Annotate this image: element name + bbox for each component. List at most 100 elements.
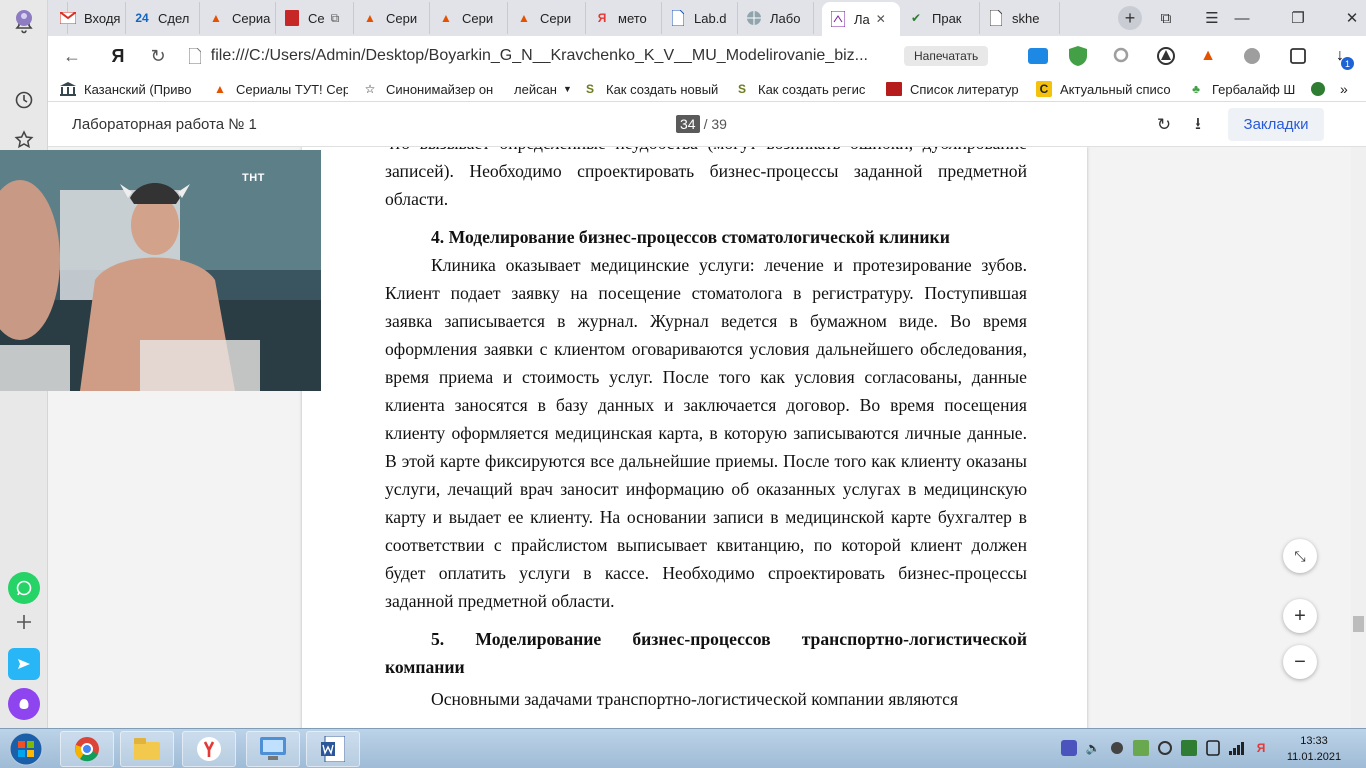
rotate-icon[interactable]: ↻ — [1151, 112, 1177, 138]
url-field[interactable]: file:///C:/Users/Admin/Desktop/Boyarkin_… — [188, 41, 868, 71]
taskbar-control-panel[interactable] — [246, 731, 300, 767]
tab-gmail[interactable]: Входя — [52, 2, 126, 34]
clipboard-extension-icon[interactable] — [1286, 44, 1310, 68]
scrollbar-thumb[interactable] — [1353, 616, 1364, 632]
bookmark-kazan[interactable]: Казанский (Приво — [60, 79, 200, 99]
add-panel-icon[interactable] — [8, 606, 40, 638]
tab-yandex-search[interactable]: Я мето — [586, 2, 662, 34]
close-tab-icon[interactable]: ✕ — [876, 12, 886, 26]
tab-serials-4[interactable]: ▲ Сери — [508, 2, 586, 34]
globe-icon — [746, 10, 762, 26]
tnt-channel-logo: ТНТ — [242, 172, 265, 184]
fox-icon: ▲ — [210, 11, 222, 25]
paragraph-section-5: Основными задачами транспортно-логистиче… — [431, 689, 959, 709]
system-clock[interactable]: 13:33 11.01.2021 — [1282, 733, 1346, 765]
downloads-icon[interactable]: ↓ 1 — [1328, 44, 1354, 70]
plus-icon: + — [1124, 7, 1136, 28]
bookmark-folder-leysan[interactable]: лейсан ▼ — [514, 79, 578, 99]
restore-icon[interactable]: ❐ — [1284, 4, 1312, 32]
bookmark-green[interactable] — [1310, 79, 1330, 99]
back-button[interactable]: ← — [58, 42, 86, 70]
pdf-toolbar: Лабораторная работа № 1 34 / 39 ↻ ⭳ Закл… — [48, 102, 1366, 147]
chrome-icon — [75, 737, 99, 762]
tab-lab-doc[interactable]: Lab.d — [662, 2, 738, 34]
fox-extension-icon[interactable]: ▲ — [1196, 44, 1220, 68]
taskbar-word[interactable] — [306, 731, 360, 767]
s-icon: S — [737, 82, 746, 96]
bookmark-herbalife[interactable]: ♣ Гербалайф Ш — [1188, 79, 1300, 99]
bookmark-actual-list[interactable]: C Актуальный списо — [1036, 79, 1172, 99]
tab-serials-2[interactable]: ▲ Сери — [354, 2, 430, 34]
menu-icon[interactable]: ☰ — [1198, 4, 1226, 32]
bookmark-serials[interactable]: ▲ Сериалы ТУТ! Сер — [212, 79, 348, 99]
heading-section-5: 5. Моделирование бизнес-процессов трансп… — [385, 629, 1027, 677]
video-popup-player[interactable]: ТНТ — [0, 150, 321, 391]
yandex-tray-icon[interactable]: Я — [1252, 739, 1270, 757]
gmail-icon — [60, 10, 76, 26]
new-tab-button[interactable]: + — [1118, 6, 1142, 30]
app-tray-icon-3[interactable] — [1156, 739, 1174, 757]
collapse-icon: ⤡ — [1294, 547, 1306, 564]
zoom-out-button[interactable]: − — [1283, 645, 1317, 679]
pdf-bookmarks-button[interactable]: Закладки — [1228, 108, 1324, 141]
current-page-field[interactable]: 34 — [676, 115, 700, 133]
fit-page-button[interactable]: ⤡ — [1283, 539, 1317, 573]
app-tray-icon-2[interactable] — [1132, 739, 1150, 757]
whatsapp-icon[interactable] — [8, 572, 40, 604]
paragraph-top: что вызывает определенные неудобства (мо… — [385, 147, 1027, 209]
teams-tray-icon[interactable] — [1060, 739, 1078, 757]
explorer-icon — [134, 738, 160, 760]
taskbar-yandex-browser[interactable] — [182, 731, 236, 767]
reload-button[interactable]: ↻ — [144, 42, 172, 70]
page-indicator: 34 / 39 — [676, 115, 727, 133]
tabs-overview-icon[interactable]: ⧉ — [1152, 4, 1180, 32]
start-button[interactable] — [4, 731, 48, 767]
check-icon: ✔ — [910, 11, 922, 25]
yandex-browser-icon — [197, 737, 221, 761]
total-pages: / 39 — [703, 116, 727, 132]
tab-serials-1[interactable]: ▲ Сериа — [200, 2, 276, 34]
yandex-home-button[interactable]: Я — [104, 42, 132, 70]
translate-extension-icon[interactable] — [1026, 44, 1050, 68]
tab-lab-pdf-active[interactable]: Ла ✕ — [822, 2, 900, 36]
clipboard-tray-icon[interactable] — [1204, 739, 1222, 757]
tab-lab-globe[interactable]: Лабо — [738, 2, 814, 34]
volume-tray-icon[interactable]: 🔈 — [1084, 739, 1102, 757]
print-button[interactable]: Напечатать — [904, 46, 989, 66]
alice-assistant-icon[interactable] — [8, 688, 40, 720]
bookmark-howto-register[interactable]: S Как создать регис — [734, 79, 870, 99]
search-extension-icon[interactable] — [1110, 44, 1134, 68]
bookmark-howto-new[interactable]: S Как создать новый — [582, 79, 718, 99]
windows-logo-icon — [9, 732, 43, 766]
mute-tab-icon[interactable]: ⧉ — [331, 11, 340, 26]
bookmark-literature[interactable]: Список литератур — [886, 79, 1022, 99]
plus-icon: + — [1294, 604, 1306, 627]
tab-practice[interactable]: ✔ Прак — [900, 2, 980, 34]
tab-skhema[interactable]: skhe — [980, 2, 1060, 34]
more-bookmarks-icon[interactable]: » — [1340, 79, 1360, 99]
taskbar-chrome[interactable] — [60, 731, 114, 767]
shield-extension-icon[interactable] — [1066, 44, 1090, 68]
minimize-icon[interactable]: — — [1228, 4, 1256, 32]
bookmark-synonymizer[interactable]: ☆ Синонимайзер он — [362, 79, 498, 99]
globe-extension-icon[interactable] — [1240, 44, 1264, 68]
bookmarks-bar: Казанский (Приво ▲ Сериалы ТУТ! Сер ☆ Си… — [48, 76, 1366, 102]
history-clock-icon[interactable] — [8, 84, 40, 116]
vertical-scrollbar[interactable] — [1351, 147, 1366, 728]
taskbar-explorer[interactable] — [120, 731, 174, 767]
fox-icon: ▲ — [214, 82, 226, 96]
tab-24[interactable]: 24 Сдел — [126, 2, 200, 34]
windows-taskbar: 🔈 Я 13:33 11.01.2021 — [0, 728, 1366, 768]
protect-extension-icon[interactable] — [1154, 44, 1178, 68]
app-tray-icon-1[interactable] — [1108, 739, 1126, 757]
network-tray-icon[interactable] — [1228, 739, 1246, 757]
zoom-in-button[interactable]: + — [1283, 599, 1317, 633]
pdf-page: что вызывает определенные неудобства (мо… — [302, 147, 1087, 728]
download-icon[interactable]: ⭳ — [1185, 112, 1211, 138]
clock-date: 11.01.2021 — [1286, 751, 1342, 763]
close-window-icon[interactable]: ✕ — [1338, 4, 1366, 32]
security-tray-icon[interactable] — [1180, 739, 1198, 757]
messenger-icon[interactable] — [8, 648, 40, 680]
tab-serials-3[interactable]: ▲ Сери — [430, 2, 508, 34]
tab-book[interactable]: Се ⧉ — [276, 2, 354, 34]
